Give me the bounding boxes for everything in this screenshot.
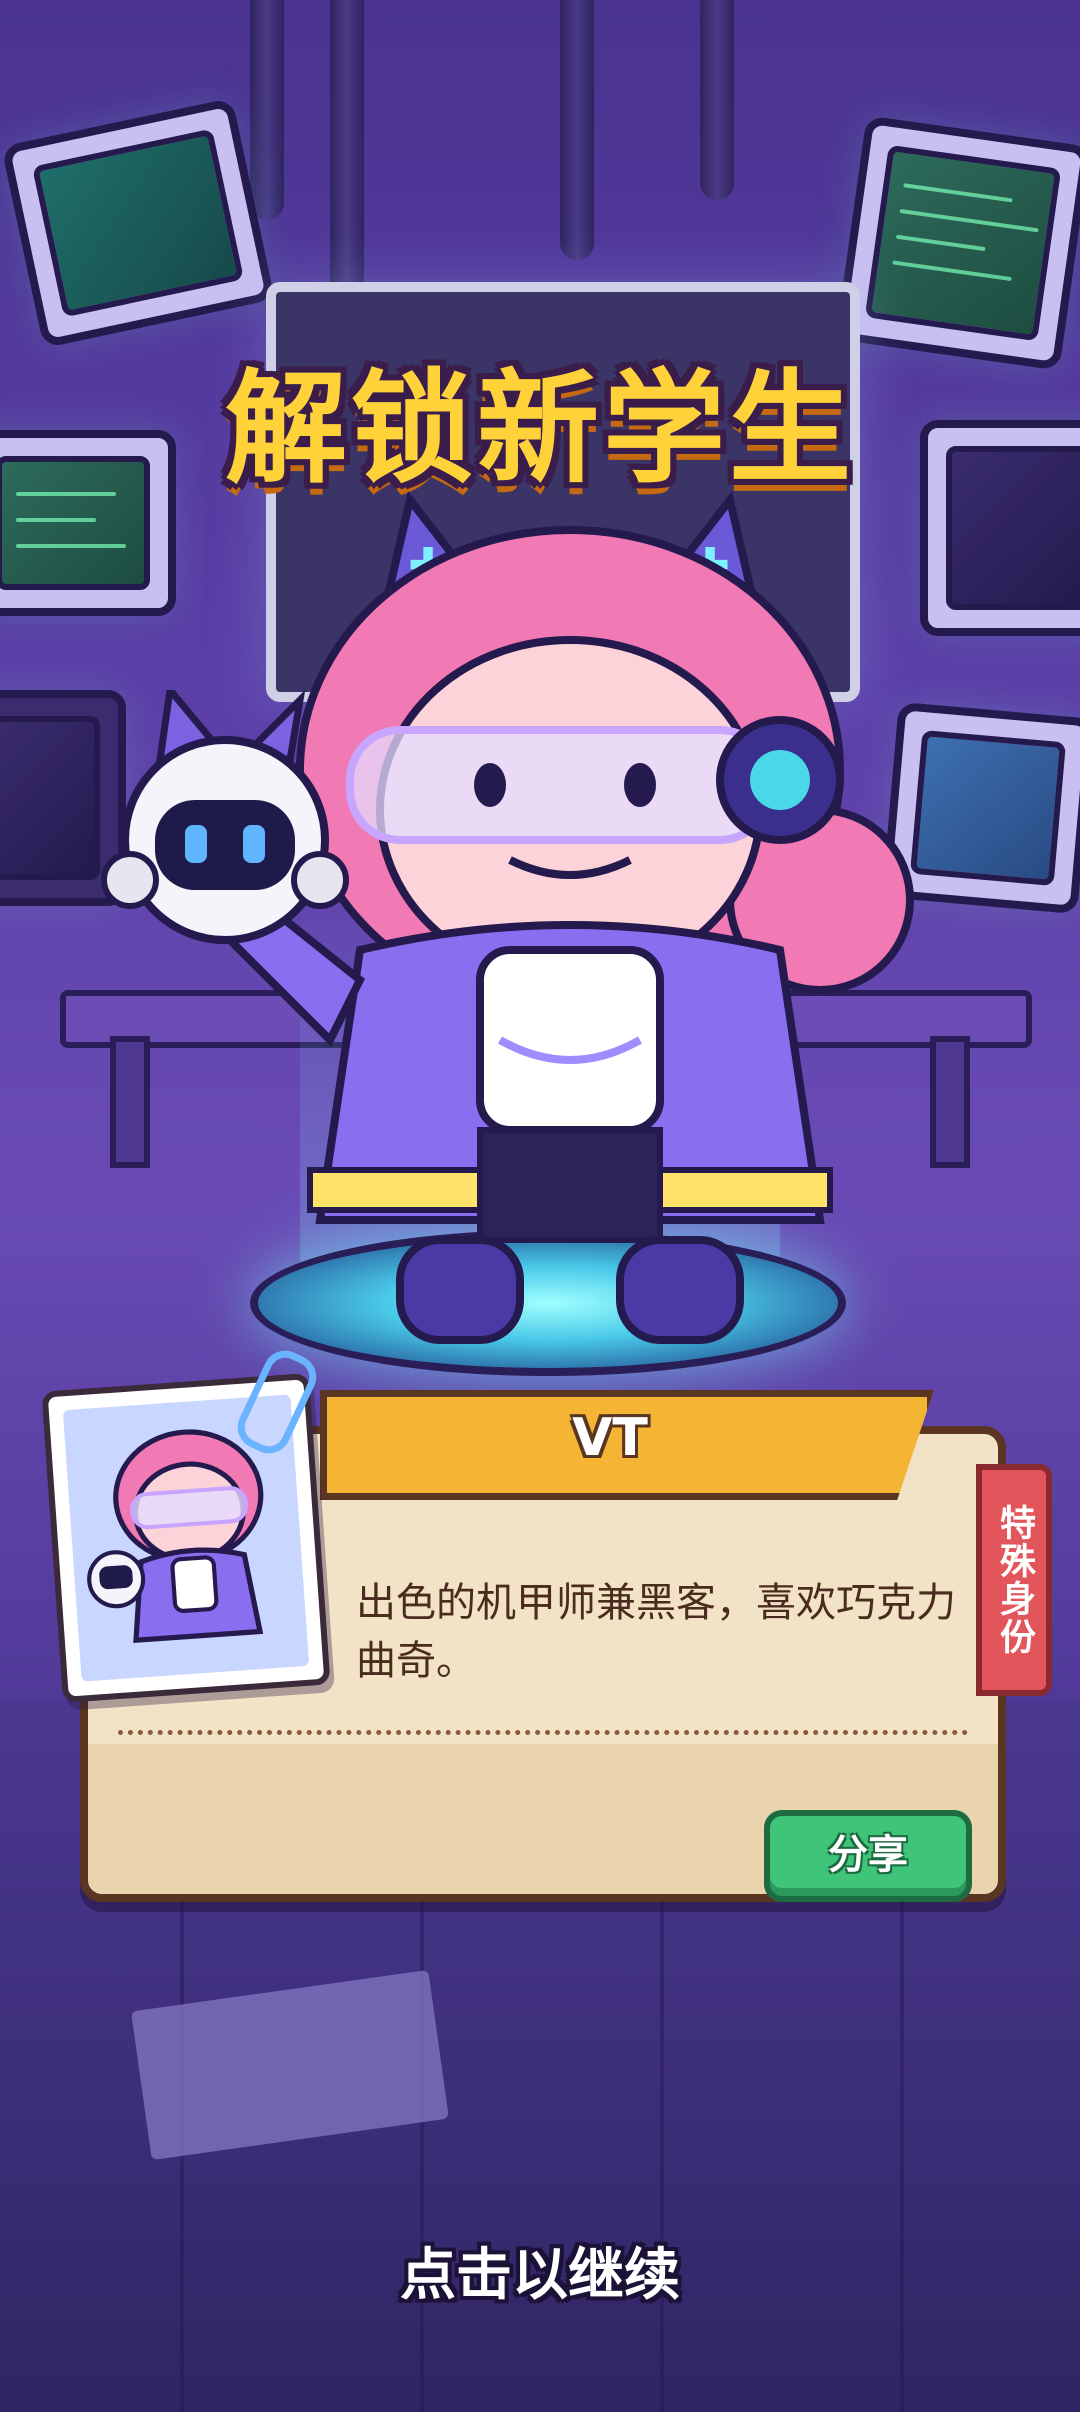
student-description: 出色的机甲师兼黑客，喜欢巧克力曲奇。 [356, 1580, 956, 1684]
share-button[interactable]: 分享 [764, 1810, 972, 1902]
special-identity-tag: 特殊身份 [976, 1464, 1052, 1696]
student-name: VT [572, 1408, 648, 1468]
ceiling-cable [700, 0, 734, 200]
card-divider [118, 1730, 968, 1735]
ceiling-cable [250, 0, 284, 220]
robot-companion-icon [101, 690, 349, 944]
unlock-screen[interactable]: 解锁新学生 ✚ ✚ [0, 0, 1080, 2412]
tap-to-continue[interactable]: 点击以继续 [0, 2230, 1080, 2311]
ceiling-cable [560, 0, 594, 260]
student-info-card: 出色的机甲师兼黑客，喜欢巧克力曲奇。 分享 VT 特殊身份 [41, 1343, 1052, 1902]
ceiling-cable [330, 0, 364, 300]
